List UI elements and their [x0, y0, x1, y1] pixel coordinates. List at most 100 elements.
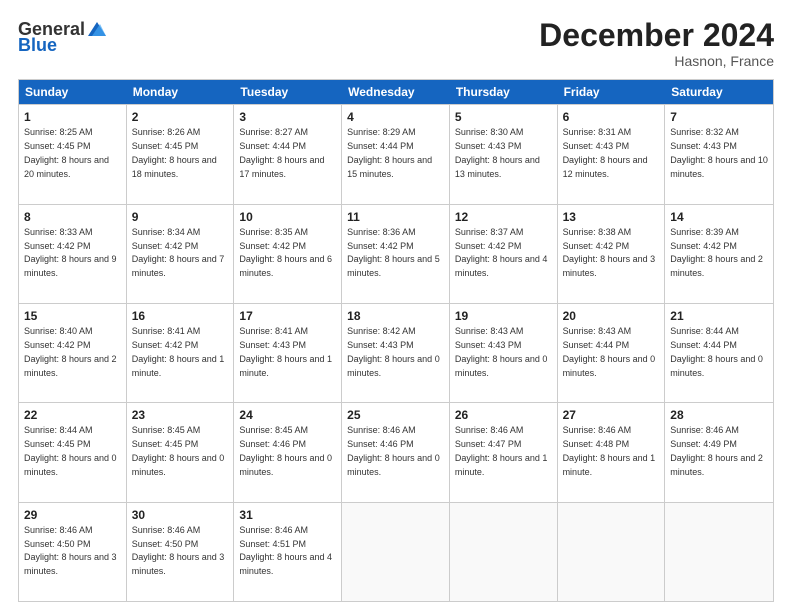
calendar-cell: 31Sunrise: 8:46 AMSunset: 4:51 PMDayligh…	[234, 503, 342, 601]
calendar-cell: 29 Sunrise: 8:46 AMSunset: 4:50 PMDayligh…	[19, 503, 127, 601]
calendar-cell: 26 Sunrise: 8:46 AMSunset: 4:47 PMDayligh…	[450, 403, 558, 501]
cell-text: Sunrise: 8:34 AMSunset: 4:42 PMDaylight:…	[132, 227, 225, 278]
calendar-cell: 27 Sunrise: 8:46 AMSunset: 4:48 PMDayligh…	[558, 403, 666, 501]
cell-text: Sunrise: 8:46 AMSunset: 4:47 PMDaylight:…	[455, 425, 548, 476]
day-number: 1	[24, 109, 121, 125]
cell-text: Sunrise: 8:29 AMSunset: 4:44 PMDaylight:…	[347, 127, 432, 178]
day-number: 28	[670, 407, 768, 423]
cell-text: Sunrise: 8:43 AMSunset: 4:44 PMDaylight:…	[563, 326, 656, 377]
day-number: 6	[563, 109, 660, 125]
day-number: 13	[563, 209, 660, 225]
day-number: 5	[455, 109, 552, 125]
cell-text: Sunrise: 8:45 AMSunset: 4:46 PMDaylight:…	[239, 425, 332, 476]
day-number: 24	[239, 407, 336, 423]
cell-text: Sunrise: 8:44 AMSunset: 4:44 PMDaylight:…	[670, 326, 763, 377]
day-number: 16	[132, 308, 229, 324]
calendar-cell: 10Sunrise: 8:35 AMSunset: 4:42 PMDayligh…	[234, 205, 342, 303]
cell-text: Sunrise: 8:30 AMSunset: 4:43 PMDaylight:…	[455, 127, 540, 178]
calendar-week-row: 22Sunrise: 8:44 AMSunset: 4:45 PMDayligh…	[19, 402, 773, 501]
day-number: 4	[347, 109, 444, 125]
calendar-cell	[558, 503, 666, 601]
cell-text: Sunrise: 8:46 AMSunset: 4:48 PMDaylight:…	[563, 425, 656, 476]
logo-icon	[86, 18, 108, 40]
cell-text: Sunrise: 8:27 AMSunset: 4:44 PMDaylight:…	[239, 127, 324, 178]
day-number: 8	[24, 209, 121, 225]
day-number: 19	[455, 308, 552, 324]
calendar-cell: 30 Sunrise: 8:46 AMSunset: 4:50 PMDayligh…	[127, 503, 235, 601]
calendar-cell: 2 Sunrise: 8:26 AMSunset: 4:45 PMDaylight…	[127, 105, 235, 203]
day-number: 2	[132, 109, 229, 125]
calendar-cell: 25Sunrise: 8:46 AMSunset: 4:46 PMDayligh…	[342, 403, 450, 501]
day-number: 14	[670, 209, 768, 225]
calendar-cell: 7Sunrise: 8:32 AMSunset: 4:43 PMDaylight…	[665, 105, 773, 203]
cell-text: Sunrise: 8:46 AMSunset: 4:50 PMDaylight:…	[132, 525, 225, 576]
logo: General Blue	[18, 18, 108, 54]
day-number: 20	[563, 308, 660, 324]
calendar-cell: 6 Sunrise: 8:31 AMSunset: 4:43 PMDaylight…	[558, 105, 666, 203]
calendar-cell: 21Sunrise: 8:44 AMSunset: 4:44 PMDayligh…	[665, 304, 773, 402]
calendar-cell: 28 Sunrise: 8:46 AMSunset: 4:49 PMDayligh…	[665, 403, 773, 501]
day-number: 29	[24, 507, 121, 523]
calendar-cell: 1 Sunrise: 8:25 AMSunset: 4:45 PMDaylight…	[19, 105, 127, 203]
cell-text: Sunrise: 8:37 AMSunset: 4:42 PMDaylight:…	[455, 227, 548, 278]
calendar-cell: 5 Sunrise: 8:30 AMSunset: 4:43 PMDaylight…	[450, 105, 558, 203]
cell-text: Sunrise: 8:40 AMSunset: 4:42 PMDaylight:…	[24, 326, 117, 377]
calendar-cell: 24 Sunrise: 8:45 AMSunset: 4:46 PMDayligh…	[234, 403, 342, 501]
calendar-cell: 18 Sunrise: 8:42 AMSunset: 4:43 PMDayligh…	[342, 304, 450, 402]
cell-text: Sunrise: 8:41 AMSunset: 4:42 PMDaylight:…	[132, 326, 225, 377]
location: Hasnon, France	[539, 53, 774, 69]
calendar-cell: 15 Sunrise: 8:40 AMSunset: 4:42 PMDayligh…	[19, 304, 127, 402]
cell-text: Sunrise: 8:43 AMSunset: 4:43 PMDaylight:…	[455, 326, 548, 377]
calendar-cell: 13 Sunrise: 8:38 AMSunset: 4:42 PMDayligh…	[558, 205, 666, 303]
day-number: 27	[563, 407, 660, 423]
day-number: 15	[24, 308, 121, 324]
calendar-week-row: 8 Sunrise: 8:33 AMSunset: 4:42 PMDaylight…	[19, 204, 773, 303]
calendar-cell	[342, 503, 450, 601]
cell-text: Sunrise: 8:26 AMSunset: 4:45 PMDaylight:…	[132, 127, 217, 178]
day-number: 7	[670, 109, 768, 125]
calendar-cell: 12Sunrise: 8:37 AMSunset: 4:42 PMDayligh…	[450, 205, 558, 303]
calendar-cell: 16 Sunrise: 8:41 AMSunset: 4:42 PMDayligh…	[127, 304, 235, 402]
day-number: 3	[239, 109, 336, 125]
day-number: 9	[132, 209, 229, 225]
calendar-week-row: 1 Sunrise: 8:25 AMSunset: 4:45 PMDaylight…	[19, 104, 773, 203]
day-number: 11	[347, 209, 444, 225]
cell-text: Sunrise: 8:33 AMSunset: 4:42 PMDaylight:…	[24, 227, 117, 278]
cell-text: Sunrise: 8:38 AMSunset: 4:42 PMDaylight:…	[563, 227, 656, 278]
cell-text: Sunrise: 8:25 AMSunset: 4:45 PMDaylight:…	[24, 127, 109, 178]
calendar-day-header: Monday	[127, 80, 235, 104]
calendar-day-header: Wednesday	[342, 80, 450, 104]
day-number: 18	[347, 308, 444, 324]
header: General Blue December 2024 Hasnon, Franc…	[18, 18, 774, 69]
calendar-cell: 9 Sunrise: 8:34 AMSunset: 4:42 PMDaylight…	[127, 205, 235, 303]
calendar-day-header: Friday	[558, 80, 666, 104]
calendar-cell: 22Sunrise: 8:44 AMSunset: 4:45 PMDayligh…	[19, 403, 127, 501]
day-number: 22	[24, 407, 121, 423]
day-number: 10	[239, 209, 336, 225]
cell-text: Sunrise: 8:42 AMSunset: 4:43 PMDaylight:…	[347, 326, 440, 377]
calendar-cell	[665, 503, 773, 601]
cell-text: Sunrise: 8:31 AMSunset: 4:43 PMDaylight:…	[563, 127, 648, 178]
month-title: December 2024	[539, 18, 774, 53]
day-number: 30	[132, 507, 229, 523]
calendar-cell: 17Sunrise: 8:41 AMSunset: 4:43 PMDayligh…	[234, 304, 342, 402]
calendar-week-row: 29 Sunrise: 8:46 AMSunset: 4:50 PMDayligh…	[19, 502, 773, 601]
logo-blue: Blue	[18, 36, 57, 54]
calendar-cell: 4 Sunrise: 8:29 AMSunset: 4:44 PMDaylight…	[342, 105, 450, 203]
calendar: SundayMondayTuesdayWednesdayThursdayFrid…	[18, 79, 774, 602]
cell-text: Sunrise: 8:46 AMSunset: 4:50 PMDaylight:…	[24, 525, 117, 576]
cell-text: Sunrise: 8:41 AMSunset: 4:43 PMDaylight:…	[239, 326, 332, 377]
calendar-day-header: Thursday	[450, 80, 558, 104]
day-number: 25	[347, 407, 444, 423]
calendar-day-header: Tuesday	[234, 80, 342, 104]
calendar-cell: 14 Sunrise: 8:39 AMSunset: 4:42 PMDayligh…	[665, 205, 773, 303]
calendar-cell	[450, 503, 558, 601]
calendar-day-header: Sunday	[19, 80, 127, 104]
calendar-cell: 23Sunrise: 8:45 AMSunset: 4:45 PMDayligh…	[127, 403, 235, 501]
cell-text: Sunrise: 8:39 AMSunset: 4:42 PMDaylight:…	[670, 227, 763, 278]
day-number: 26	[455, 407, 552, 423]
calendar-cell: 3 Sunrise: 8:27 AMSunset: 4:44 PMDaylight…	[234, 105, 342, 203]
calendar-cell: 11Sunrise: 8:36 AMSunset: 4:42 PMDayligh…	[342, 205, 450, 303]
cell-text: Sunrise: 8:46 AMSunset: 4:49 PMDaylight:…	[670, 425, 763, 476]
day-number: 31	[239, 507, 336, 523]
